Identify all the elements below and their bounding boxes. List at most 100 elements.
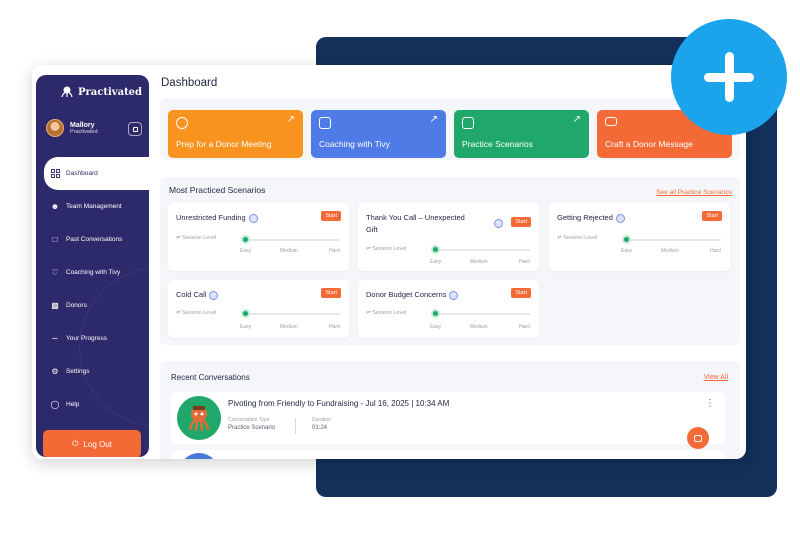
view-all-link[interactable]: View All <box>704 374 728 381</box>
tick-easy: Easy <box>430 324 442 330</box>
mail-icon <box>605 117 617 126</box>
app-window: Practivated Mallory Practivated Dashboar… <box>32 65 746 459</box>
avatar <box>179 453 219 459</box>
profile-switch-button[interactable] <box>128 122 142 136</box>
quick-action-label: Craft a Donor Message <box>605 139 693 149</box>
level-slider[interactable] <box>434 249 530 251</box>
sidebar-item-dashboard[interactable]: Dashboard <box>44 157 149 190</box>
conversation-title: Pivoting from Friendly to Fundraising - … <box>228 399 450 408</box>
scenario-title: Unrestricted Funding <box>176 212 258 224</box>
tick-easy: Easy <box>240 324 252 330</box>
more-options-icon[interactable]: ⋮ <box>705 398 715 409</box>
start-button[interactable]: Start <box>321 211 341 221</box>
arrow-up-right-icon: ↗ <box>572 114 581 125</box>
slider-knob[interactable] <box>431 309 440 318</box>
main-content: Dashboard ↗ Prep for a Donor Meeting ↗ C… <box>160 65 746 459</box>
session-level-label: ⇌ Session Level <box>557 235 598 241</box>
tick-medium: Medium <box>470 324 488 330</box>
cube-icon <box>462 117 474 129</box>
info-icon[interactable] <box>209 290 219 300</box>
conversation-type-value: Practice Scenario <box>228 425 276 431</box>
slider-knob[interactable] <box>241 309 250 318</box>
brand-name: Practivated <box>78 86 143 98</box>
sidebar-item-team-management[interactable]: ☻ Team Management <box>36 190 149 223</box>
info-icon[interactable] <box>615 213 625 223</box>
octopus-logo-icon <box>61 86 73 98</box>
scenario-card-cold-call: Cold Call Start ⇌ Session Level Easy Med… <box>168 280 349 338</box>
brand-logo[interactable]: Practivated <box>60 86 142 98</box>
session-level-label: ⇌ Session Level <box>366 310 407 316</box>
quick-action-coaching[interactable]: ↗ Coaching with Tivy <box>311 110 446 158</box>
start-button[interactable]: Start <box>702 211 722 221</box>
scenario-title: Donor Budget Concerns <box>366 289 459 301</box>
conversation-type-label: Conversation Type <box>228 417 270 423</box>
tick-easy: Easy <box>240 248 252 254</box>
scenarios-title: Most Practiced Scenarios <box>169 185 266 195</box>
user-role: Practivated <box>70 128 98 135</box>
power-icon: ⏻ <box>72 439 79 448</box>
tick-hard: Hard <box>329 324 340 330</box>
sidebar-item-progress[interactable]: ∽ Your Progress <box>36 322 149 355</box>
start-button[interactable]: Start <box>511 217 531 227</box>
scenario-title: Thank You Call – Unexpected Gift <box>366 213 465 234</box>
tick-hard: Hard <box>519 259 530 265</box>
avatar <box>46 119 64 137</box>
level-slider[interactable] <box>244 313 340 315</box>
level-slider[interactable] <box>625 239 721 241</box>
sidebar-item-help[interactable]: ◯ Help <box>36 388 149 421</box>
arrow-up-right-icon: ↗ <box>286 114 295 125</box>
level-slider[interactable] <box>434 313 530 315</box>
quick-action-prep[interactable]: ↗ Prep for a Donor Meeting <box>168 110 303 158</box>
user-profile[interactable]: Mallory Practivated <box>46 119 142 137</box>
session-level-label: ⇌ Session Level <box>176 235 217 241</box>
chat-icon <box>694 434 702 442</box>
chat-history-icon: □ <box>52 235 58 244</box>
grid-icon <box>50 169 60 179</box>
sidebar-item-donors[interactable]: ▩ Donors <box>36 289 149 322</box>
tick-hard: Hard <box>519 324 530 330</box>
start-button[interactable]: Start <box>511 288 531 298</box>
sidebar-item-label: Donors <box>66 302 87 309</box>
logout-label: Log Out <box>83 439 112 449</box>
sidebar-item-label: Past Conversations <box>66 236 123 243</box>
sidebar-item-settings[interactable]: ⚙ Settings <box>36 355 149 388</box>
sidebar-item-coaching[interactable]: ♡ Coaching with Tivy <box>36 256 149 289</box>
divider <box>295 418 296 434</box>
octopus-avatar-icon <box>177 396 221 440</box>
conversation-row[interactable]: Pivoting from Friendly to Fundraising - … <box>171 392 725 444</box>
user-name: Mallory <box>70 121 95 129</box>
slider-knob[interactable] <box>431 245 440 254</box>
lightbulb-icon: ◯ <box>50 400 60 409</box>
id-card-icon: ▩ <box>51 301 59 310</box>
quick-action-practice[interactable]: ↗ Practice Scenarios <box>454 110 589 158</box>
sidebar-item-past-conversations[interactable]: □ Past Conversations <box>36 223 149 256</box>
see-all-scenarios-link[interactable]: See all Practice Scenarios <box>656 189 732 196</box>
slider-knob[interactable] <box>241 235 250 244</box>
level-slider[interactable] <box>244 239 340 241</box>
info-icon[interactable] <box>494 219 503 228</box>
quick-action-label: Coaching with Tivy <box>319 139 390 149</box>
tick-easy: Easy <box>430 259 442 265</box>
slider-knob[interactable] <box>622 235 631 244</box>
info-icon[interactable] <box>449 290 459 300</box>
quick-action-label: Practice Scenarios <box>462 139 533 149</box>
logout-button[interactable]: ⏻ Log Out <box>43 430 141 457</box>
info-icon[interactable] <box>248 213 258 223</box>
conversation-row[interactable] <box>171 450 725 459</box>
scenario-card-donor-budget-concerns: Donor Budget Concerns Start ⇌ Session Le… <box>358 280 539 338</box>
tick-medium: Medium <box>280 324 298 330</box>
add-button[interactable] <box>671 19 787 135</box>
recent-conversations-panel: Recent Conversations View All Pivoting f… <box>160 361 740 459</box>
tick-medium: Medium <box>661 248 679 254</box>
gear-icon: ⚙ <box>51 367 59 376</box>
tick-medium: Medium <box>470 259 488 265</box>
start-button[interactable]: Start <box>321 288 341 298</box>
sidebar-item-label: Your Progress <box>66 335 107 342</box>
coach-icon: ♡ <box>51 268 59 277</box>
message-icon <box>319 117 331 129</box>
session-level-label: ⇌ Session Level <box>176 310 217 316</box>
quick-action-label: Prep for a Donor Meeting <box>176 139 272 149</box>
chat-button[interactable] <box>687 427 709 449</box>
sidebar-item-label: Dashboard <box>66 170 98 177</box>
page-title: Dashboard <box>161 77 218 89</box>
